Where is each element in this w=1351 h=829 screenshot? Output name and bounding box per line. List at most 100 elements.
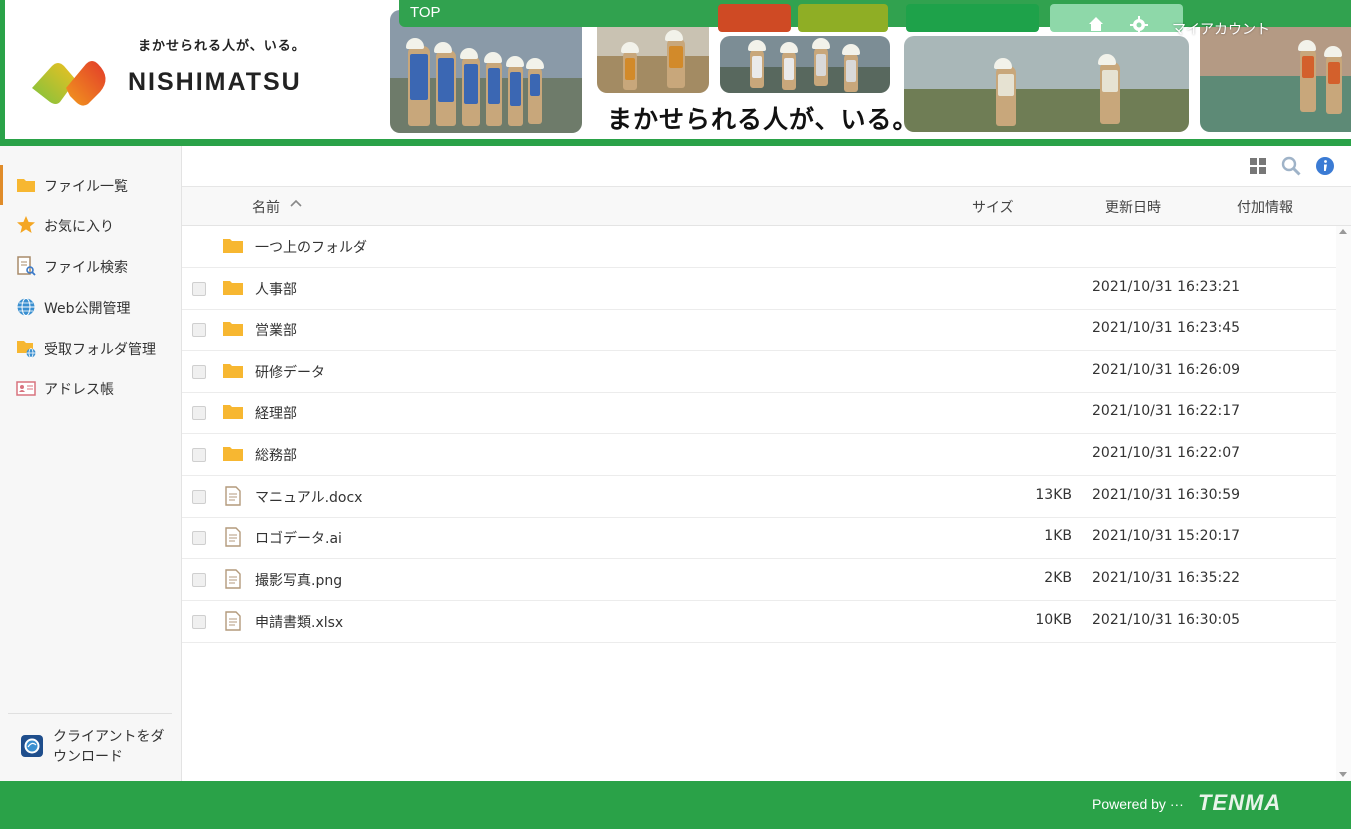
main-toolbar xyxy=(182,146,1351,187)
row-name[interactable]: 研修データ xyxy=(255,362,325,382)
nav-button-green[interactable] xyxy=(906,4,1039,32)
document-icon xyxy=(225,527,241,547)
my-account-link[interactable]: マイアカウント xyxy=(1172,19,1270,39)
column-header-size[interactable]: サイズ xyxy=(972,197,1014,217)
column-header-modified[interactable]: 更新日時 xyxy=(1105,197,1161,217)
sidebar-item-label: 受取フォルダ管理 xyxy=(44,342,156,358)
sidebar-item-file-search[interactable]: ファイル検索 xyxy=(0,246,181,286)
row-modified: 2021/10/31 16:26:09 xyxy=(1092,362,1241,378)
client-download-link[interactable]: クライアントをダウンロード xyxy=(0,721,181,776)
sidebar-item-receive-folder[interactable]: 受取フォルダ管理 xyxy=(0,328,181,368)
column-header-extra-info[interactable]: 付加情報 xyxy=(1237,197,1293,217)
row-checkbox[interactable] xyxy=(192,323,206,337)
row-name[interactable]: 営業部 xyxy=(255,320,297,340)
nav-top-link[interactable]: TOP xyxy=(410,4,441,21)
folder-icon xyxy=(223,364,243,378)
row-checkbox[interactable] xyxy=(192,406,206,420)
address-book-icon xyxy=(16,381,36,396)
scroll-down-arrow-icon[interactable] xyxy=(1339,772,1347,777)
banner-photo-dam xyxy=(904,36,1189,132)
row-checkbox[interactable] xyxy=(192,448,206,462)
folder-icon xyxy=(223,447,243,461)
search-icon[interactable] xyxy=(1281,156,1301,176)
row-modified: 2021/10/31 16:22:07 xyxy=(1092,445,1241,461)
sidebar-item-label: ファイル一覧 xyxy=(44,179,128,195)
gear-icon[interactable] xyxy=(1130,16,1148,34)
row-modified: 2021/10/31 16:35:22 xyxy=(1092,570,1241,586)
document-icon xyxy=(225,569,241,589)
row-checkbox[interactable] xyxy=(192,365,206,379)
nishimatsu-logo-icon xyxy=(32,61,106,106)
powered-by-label: Powered by ··· xyxy=(1092,796,1184,812)
table-row[interactable]: 撮影写真.png 2KB 2021/10/31 16:35:22 xyxy=(182,559,1336,601)
table-row[interactable]: 人事部 2021/10/31 16:23:21 xyxy=(182,268,1336,310)
table-row[interactable]: 総務部 2021/10/31 16:22:07 xyxy=(182,434,1336,476)
file-browser: 名前 サイズ 更新日時 付加情報 一つ上のフォルダ 人事部 2021/10/31… xyxy=(182,146,1351,781)
sidebar-item-favorites[interactable]: お気に入り xyxy=(0,205,181,245)
row-name[interactable]: 総務部 xyxy=(255,445,297,465)
row-checkbox[interactable] xyxy=(192,573,206,587)
row-size: 1KB xyxy=(1044,528,1072,544)
sidebar-item-label: お気に入り xyxy=(44,219,114,235)
table-row[interactable]: 研修データ 2021/10/31 16:26:09 xyxy=(182,351,1336,393)
parent-folder-row[interactable]: 一つ上のフォルダ xyxy=(182,226,1336,268)
grid-view-icon[interactable] xyxy=(1248,156,1268,176)
header-left-accent xyxy=(0,0,5,146)
row-name[interactable]: 人事部 xyxy=(255,279,297,299)
row-checkbox[interactable] xyxy=(192,282,206,296)
row-modified: 2021/10/31 15:20:17 xyxy=(1092,528,1241,544)
globe-icon xyxy=(17,298,35,316)
row-name[interactable]: マニュアル.docx xyxy=(255,487,362,507)
nav-button-olive[interactable] xyxy=(798,4,888,32)
nav-button-red[interactable] xyxy=(718,4,791,32)
sidebar-item-file-list[interactable]: ファイル一覧 xyxy=(0,165,181,205)
logo-name: NISHIMATSU xyxy=(128,68,302,96)
document-icon xyxy=(225,486,241,506)
sidebar-item-web-publish[interactable]: Web公開管理 xyxy=(0,287,181,327)
row-name[interactable]: 経理部 xyxy=(255,403,297,423)
row-name[interactable]: 申請書類.xlsx xyxy=(255,612,343,632)
company-logo[interactable]: まかせられる人が、いる。 NISHIMATSU xyxy=(30,30,350,110)
sort-ascending-icon[interactable] xyxy=(289,196,303,210)
table-header: 名前 サイズ 更新日時 付加情報 xyxy=(182,187,1351,226)
sidebar-divider xyxy=(8,713,172,714)
vertical-scrollbar[interactable] xyxy=(1336,226,1351,781)
info-icon[interactable] xyxy=(1315,156,1335,176)
table-row[interactable]: ロゴデータ.ai 1KB 2021/10/31 15:20:17 xyxy=(182,517,1336,559)
file-search-icon xyxy=(17,256,36,276)
home-icon[interactable] xyxy=(1088,16,1104,32)
row-name[interactable]: 撮影写真.png xyxy=(255,570,342,590)
banner-slogan: まかせられる人が、いる。 xyxy=(607,105,919,134)
row-modified: 2021/10/31 16:30:05 xyxy=(1092,612,1241,628)
site-footer: Powered by ··· TENMA xyxy=(0,781,1351,829)
receive-folder-icon xyxy=(17,341,36,358)
star-icon xyxy=(17,216,35,233)
row-checkbox[interactable] xyxy=(192,615,206,629)
row-name[interactable]: ロゴデータ.ai xyxy=(255,528,342,548)
table-row[interactable]: 営業部 2021/10/31 16:23:45 xyxy=(182,309,1336,351)
column-header-name[interactable]: 名前 xyxy=(252,197,280,217)
row-checkbox[interactable] xyxy=(192,490,206,504)
parent-folder-label: 一つ上のフォルダ xyxy=(255,240,367,256)
document-icon xyxy=(225,611,241,631)
logo-tagline: まかせられる人が、いる。 xyxy=(138,39,306,54)
row-modified: 2021/10/31 16:22:17 xyxy=(1092,403,1241,419)
scroll-up-arrow-icon[interactable] xyxy=(1339,229,1347,234)
sidebar-item-label: アドレス帳 xyxy=(44,382,114,398)
banner-photo-workers-row xyxy=(390,10,582,133)
folder-icon xyxy=(223,405,243,419)
row-modified: 2021/10/31 16:30:59 xyxy=(1092,487,1241,503)
row-size: 2KB xyxy=(1044,570,1072,586)
folder-icon xyxy=(223,281,243,295)
row-checkbox[interactable] xyxy=(192,531,206,545)
table-row[interactable]: マニュアル.docx 13KB 2021/10/31 16:30:59 xyxy=(182,476,1336,518)
header-bottom-accent xyxy=(0,139,1351,146)
folder-icon xyxy=(223,322,243,336)
table-row[interactable]: 経理部 2021/10/31 16:22:17 xyxy=(182,392,1336,434)
sidebar-item-label: ファイル検索 xyxy=(44,260,128,276)
table-row[interactable]: 申請書類.xlsx 10KB 2021/10/31 16:30:05 xyxy=(182,601,1336,643)
row-size: 13KB xyxy=(1035,487,1072,503)
sidebar-item-address-book[interactable]: アドレス帳 xyxy=(0,368,181,408)
nav-button-light[interactable] xyxy=(1050,4,1183,32)
folder-icon xyxy=(17,179,35,192)
